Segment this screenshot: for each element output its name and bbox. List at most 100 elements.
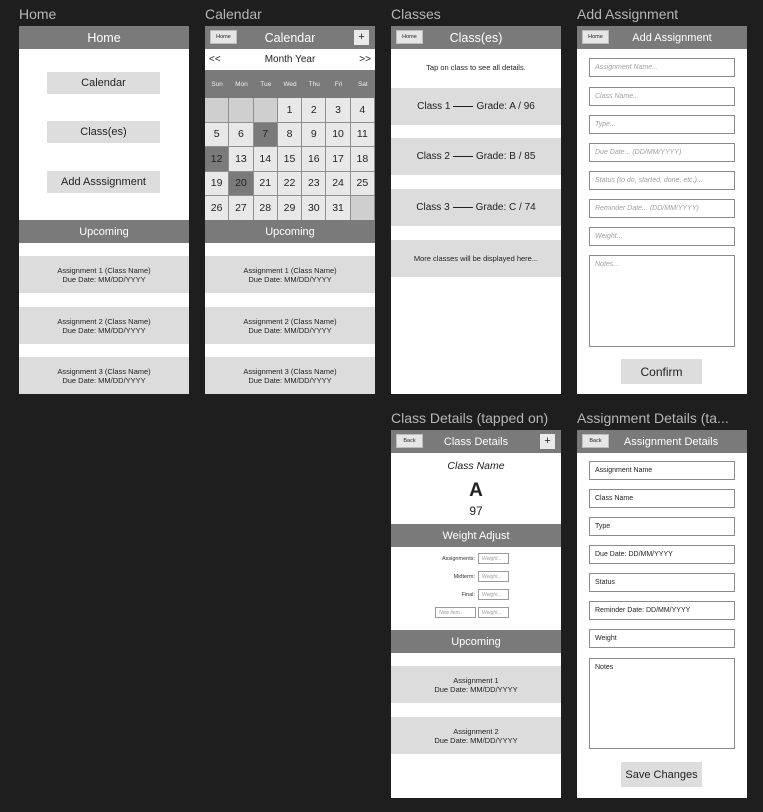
assignment-card[interactable]: Assignment 2 Due Date: MM/DD/YYYY [391,717,561,754]
calendar-day[interactable]: 16 [302,147,327,172]
assignment-card[interactable]: Assignment 2 (Class Name) Due Date: MM/D… [19,307,189,344]
calendar-day[interactable]: 1 [277,98,303,123]
class-name: Class 2 [416,151,450,162]
calendar-day[interactable]: 27 [229,196,254,221]
assignment-title: Assignment 2 (Class Name) [57,316,151,326]
new-item-input[interactable]: New item... [435,607,476,618]
add-assignment-screen: Add Assignment Home Assignment Name... C… [577,26,747,394]
calendar-day[interactable]: 22 [277,171,303,196]
weight-label: Midterm: [453,574,475,580]
back-button[interactable]: Back [396,434,423,448]
weight-input[interactable]: Weight... [589,227,735,246]
prev-month-button[interactable]: << [209,54,221,65]
reminder-date-field[interactable]: Reminder Date: DD/MM/YYYY [589,601,735,620]
upcoming-header: Upcoming [391,630,561,653]
calendar-day[interactable]: 21 [253,171,278,196]
assignment-name-field[interactable]: Assignment Name [589,461,735,480]
class-item[interactable]: Class 1 Grade: A / 96 [391,88,561,125]
class-name-field[interactable]: Class Name [589,489,735,508]
type-field[interactable]: Type [589,517,735,536]
calendar-day[interactable]: 30 [302,196,327,221]
home-button[interactable]: Home [582,30,609,44]
calendar-day[interactable]: 25 [350,171,375,196]
notes-field[interactable]: Notes [589,658,735,749]
class-name: Class 3 [416,202,450,213]
assignment-card[interactable]: Assignment 2 (Class Name) Due Date: MM/D… [205,307,375,344]
add-assignment-button[interactable]: Add Asssignment [47,171,160,193]
calendar-day[interactable]: 18 [350,147,375,172]
calendar-title: Calendar [264,30,316,45]
status-field[interactable]: Status [589,573,735,592]
home-button[interactable]: Home [210,30,237,44]
calendar-day[interactable]: 11 [350,122,375,147]
assignment-due: Due Date: MM/DD/YYYY [434,735,518,745]
type-input[interactable]: Type... [589,115,735,134]
assignment-card[interactable]: Assignment 3 (Class Name) Due Date: MM/D… [19,357,189,394]
assignment-card[interactable]: Assignment 1 (Class Name) Due Date: MM/D… [19,256,189,293]
notes-textarea[interactable]: Notes... [589,255,735,347]
calendar-day[interactable]: 7 [253,122,278,147]
class-item[interactable]: Class 3 Grade: C / 74 [391,189,561,226]
calendar-day[interactable]: 8 [277,122,303,147]
calendar-day[interactable]: 31 [326,196,351,221]
frame-title-home: Home [19,6,57,22]
next-month-button[interactable]: >> [359,54,371,65]
assignment-due: Due Date: MM/DD/YYYY [248,325,332,335]
calendar-day[interactable]: 17 [326,147,351,172]
calendar-button[interactable]: Calendar [47,72,160,94]
assignment-card[interactable]: Assignment 1 Due Date: MM/DD/YYYY [391,666,561,703]
weight-input[interactable]: Weight... [478,571,509,582]
calendar-day[interactable]: 24 [326,171,351,196]
calendar-day[interactable]: 12 [205,147,230,172]
calendar-day[interactable]: 10 [326,122,351,147]
calendar-day[interactable]: 15 [277,147,303,172]
calendar-day[interactable]: 26 [205,196,230,221]
assignment-card[interactable]: Assignment 3 (Class Name) Due Date: MM/D… [205,357,375,394]
class-item[interactable]: Class 2 Grade: B / 85 [391,138,561,175]
calendar-day[interactable]: 28 [253,196,278,221]
classes-button[interactable]: Class(es) [47,121,160,143]
save-changes-button[interactable]: Save Changes [621,762,702,787]
due-date-field[interactable]: Due Date: DD/MM/YYYY [589,545,735,564]
weight-field[interactable]: Weight [589,629,735,648]
calendar-empty-cell [350,196,375,221]
weekday-label: Tue [260,80,272,88]
calendar-day[interactable]: 23 [302,171,327,196]
calendar-day[interactable]: 19 [205,171,230,196]
classes-title: Class(es) [449,30,503,45]
classes-hint: Tap on class to see all details. [426,63,526,72]
assignment-card[interactable]: Assignment 1 (Class Name) Due Date: MM/D… [205,256,375,293]
calendar-day[interactable]: 3 [326,98,351,123]
assignment-due: Due Date: MM/DD/YYYY [62,375,146,385]
back-button[interactable]: Back [582,434,609,448]
due-date-input[interactable]: Due Date... (DD/MM/YYYY) [589,143,735,162]
weekday-label: Wed [283,80,297,88]
calendar-day[interactable]: 9 [302,122,327,147]
divider-line [452,207,473,208]
home-button[interactable]: Home [396,30,423,44]
calendar-day[interactable]: 5 [205,122,230,147]
calendar-day[interactable]: 6 [229,122,254,147]
calendar-empty-cell [205,98,230,123]
add-button[interactable]: + [354,30,369,45]
calendar-day[interactable]: 13 [229,147,254,172]
calendar-day[interactable]: 2 [302,98,327,123]
reminder-date-input[interactable]: Reminder Date... (DD/MM/YYYY) [589,199,735,218]
calendar-empty-cell [253,98,278,123]
calendar-day[interactable]: 20 [229,171,254,196]
new-weight-input[interactable]: Weight... [478,607,509,618]
calendar-day[interactable]: 4 [350,98,375,123]
calendar-day[interactable]: 14 [253,147,278,172]
weight-input[interactable]: Weight... [478,589,509,600]
weight-input[interactable]: Weight... [478,553,509,564]
frame-title-class-details: Class Details (tapped on) [391,410,549,426]
assignment-due: Due Date: MM/DD/YYYY [248,274,332,284]
status-input[interactable]: Status (to do, started, done, etc.)... [589,171,735,190]
confirm-button[interactable]: Confirm [621,359,702,384]
calendar-day[interactable]: 29 [277,196,303,221]
assignment-due: Due Date: MM/DD/YYYY [248,375,332,385]
assignment-name-input[interactable]: Assignment Name... [589,58,735,77]
weekday-label: Mon [235,80,248,88]
add-button[interactable]: + [540,434,555,449]
class-name-input[interactable]: Class Name... [589,87,735,106]
